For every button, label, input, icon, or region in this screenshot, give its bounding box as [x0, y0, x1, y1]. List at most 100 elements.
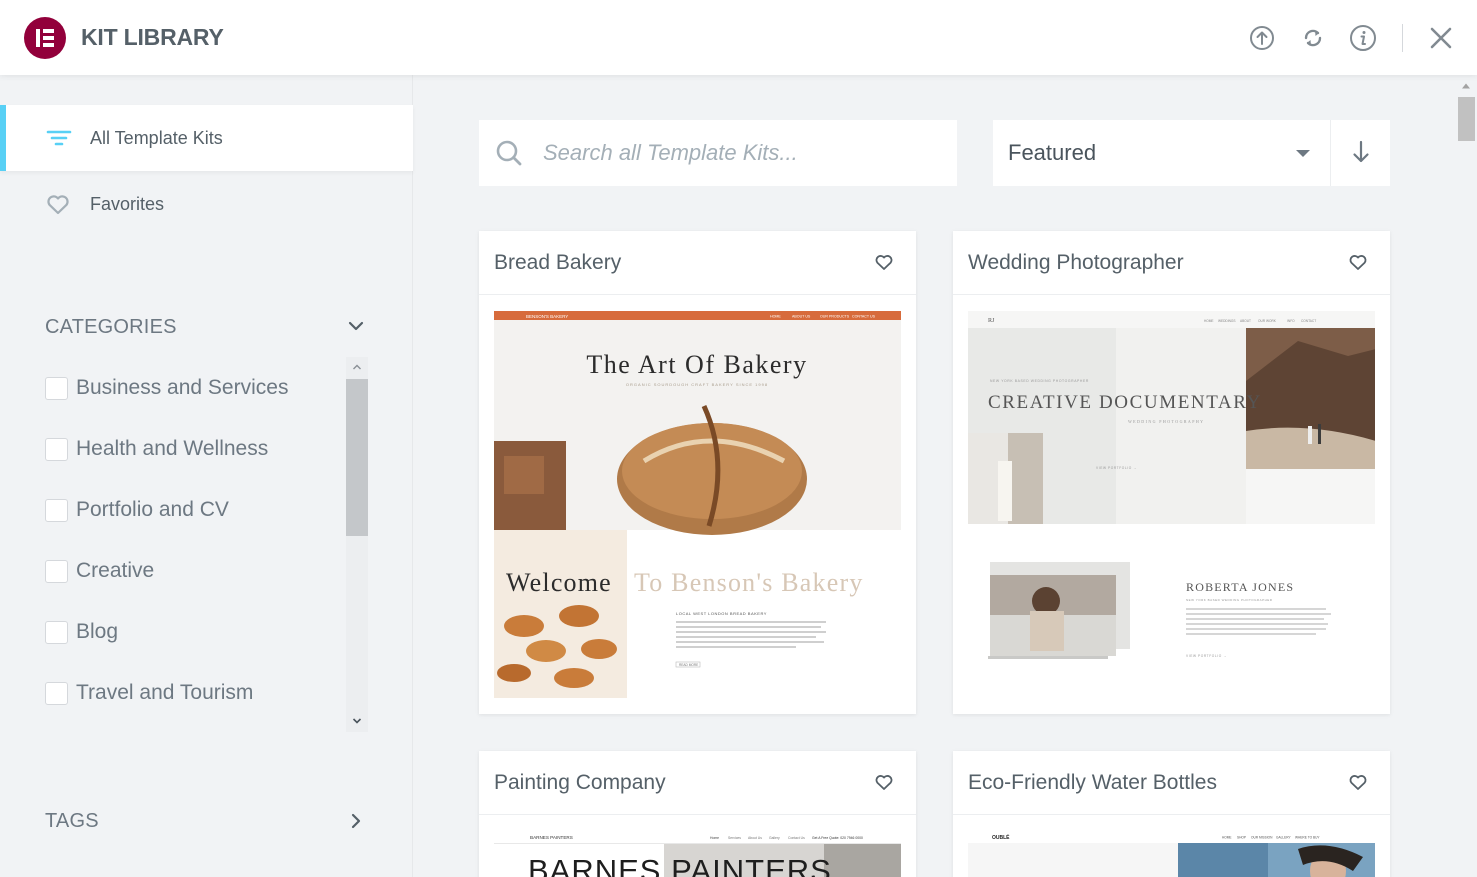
- scrollbar-thumb[interactable]: [1458, 97, 1475, 141]
- svg-text:RJ: RJ: [988, 318, 995, 324]
- category-checkbox[interactable]: [45, 620, 68, 644]
- svg-text:INFO: INFO: [1287, 319, 1295, 323]
- info-icon[interactable]: [1350, 25, 1376, 51]
- caret-down-icon[interactable]: [1295, 148, 1311, 158]
- favorite-heart-icon[interactable]: [875, 254, 893, 271]
- kit-card-header: Bread Bakery: [479, 231, 916, 295]
- upload-icon[interactable]: [1249, 25, 1275, 51]
- search-icon: [496, 140, 522, 166]
- kit-card-wedding-photographer[interactable]: Wedding Photographer RJ HOME WEDDINGS AB…: [953, 231, 1390, 714]
- sort-selected-value: Featured: [1008, 140, 1097, 165]
- close-icon[interactable]: [1428, 25, 1454, 51]
- category-travel-and-tourism[interactable]: Travel and Tourism: [45, 678, 253, 708]
- svg-text:VIEW PORTFOLIO →: VIEW PORTFOLIO →: [1186, 654, 1227, 658]
- categories-heading: CATEGORIES: [45, 316, 177, 338]
- preview-welcome: Welcome: [506, 568, 612, 597]
- preview-headline: The Art Of Bakery: [586, 350, 807, 379]
- elementor-logo: [24, 17, 66, 59]
- header-divider: [1402, 24, 1403, 52]
- svg-text:NEW YORK BASED WEDDING PHOTOGR: NEW YORK BASED WEDDING PHOTOGRAPHER: [1186, 598, 1273, 602]
- svg-text:LOCAL WEST LONDON BREAD BAKERY: LOCAL WEST LONDON BREAD BAKERY: [676, 611, 767, 616]
- svg-text:OUR WORK: OUR WORK: [1258, 319, 1277, 323]
- kit-card-bread-bakery[interactable]: Bread Bakery BENSON'S BAKERY HOME ABOUT …: [479, 231, 916, 714]
- svg-text:NEW YORK BASED WEDDING PHOTOGR: NEW YORK BASED WEDDING PHOTOGRAPHER: [990, 379, 1089, 383]
- svg-text:HOME: HOME: [770, 315, 781, 319]
- svg-text:Home: Home: [710, 836, 719, 840]
- svg-text:CONTACT: CONTACT: [1301, 319, 1316, 323]
- svg-text:OUBLÉ: OUBLÉ: [992, 833, 1010, 841]
- svg-text:GALLERY: GALLERY: [1276, 836, 1292, 840]
- svg-text:CONTACT US: CONTACT US: [852, 315, 876, 319]
- category-checkbox[interactable]: [45, 559, 68, 583]
- svg-text:WEDDINGS: WEDDINGS: [1218, 319, 1236, 323]
- category-label: Creative: [76, 559, 155, 582]
- kit-card-header: Eco-Friendly Water Bottles: [953, 751, 1390, 815]
- app-title: KIT LIBRARY: [81, 24, 224, 50]
- svg-text:Contact Us: Contact Us: [788, 836, 805, 840]
- chevron-right-icon[interactable]: [346, 811, 366, 831]
- preview-headline: BARNES PAINTERS: [528, 853, 832, 877]
- sync-icon[interactable]: [1300, 25, 1326, 51]
- main-content: Featured Bread Bakery BENSON'S BAKERY HO…: [414, 75, 1477, 877]
- svg-text:ABOUT: ABOUT: [1240, 319, 1251, 323]
- category-label: Health and Wellness: [76, 437, 269, 460]
- kit-preview-image[interactable]: BENSON'S BAKERY HOME ABOUT US OUR PRODUC…: [494, 311, 901, 698]
- category-checkbox[interactable]: [45, 376, 68, 400]
- svg-text:SHOP: SHOP: [1237, 836, 1246, 840]
- svg-text:READ MORE: READ MORE: [679, 663, 698, 667]
- kit-card-title: Painting Company: [494, 771, 666, 794]
- favorite-heart-icon[interactable]: [875, 774, 893, 791]
- kit-card-title: Bread Bakery: [494, 251, 622, 274]
- category-checkbox[interactable]: [45, 681, 68, 705]
- category-business-and-services[interactable]: Business and Services: [45, 373, 288, 403]
- category-blog[interactable]: Blog: [45, 617, 118, 647]
- sort-select[interactable]: Featured: [993, 120, 1390, 186]
- kit-card-header: Wedding Photographer: [953, 231, 1390, 295]
- favorite-heart-icon[interactable]: [1349, 254, 1367, 271]
- category-creative[interactable]: Creative: [45, 556, 154, 586]
- category-portfolio-and-cv[interactable]: Portfolio and CV: [45, 495, 229, 525]
- categories-list: Business and Services Health and Wellnes…: [45, 357, 368, 732]
- svg-text:About Us: About Us: [748, 836, 762, 840]
- svg-text:OUR MISSION: OUR MISSION: [1251, 836, 1273, 840]
- category-label: Business and Services: [76, 376, 289, 399]
- scrollbar-thumb[interactable]: [346, 379, 368, 536]
- favorite-heart-icon[interactable]: [1349, 774, 1367, 791]
- svg-text:VIEW PORTFOLIO →: VIEW PORTFOLIO →: [1096, 466, 1137, 470]
- search-box[interactable]: [479, 120, 957, 186]
- chevron-down-icon[interactable]: [346, 316, 366, 336]
- search-input[interactable]: [543, 138, 943, 168]
- svg-text:ORGANIC SOURDOUGH CRAFT BAKERY: ORGANIC SOURDOUGH CRAFT BAKERY SINCE 199…: [626, 382, 768, 387]
- categories-scrollbar[interactable]: [346, 357, 368, 732]
- category-checkbox[interactable]: [45, 437, 68, 461]
- arrow-down-icon: [1353, 140, 1369, 163]
- page-scrollbar[interactable]: [1455, 75, 1477, 877]
- scroll-up-icon[interactable]: [352, 363, 362, 371]
- category-checkbox[interactable]: [45, 498, 68, 522]
- sidebar-item-label: All Template Kits: [90, 127, 223, 148]
- category-health-and-wellness[interactable]: Health and Wellness: [45, 434, 268, 464]
- svg-text:Get A Free Quote: 020 7946 000: Get A Free Quote: 020 7946 0000: [812, 836, 863, 840]
- tags-heading: TAGS: [45, 810, 99, 832]
- svg-text:HOME: HOME: [1222, 836, 1232, 840]
- kit-card-title: Wedding Photographer: [968, 251, 1184, 274]
- preview-headline: CREATIVE DOCUMENTARY: [988, 392, 1262, 413]
- kit-preview-image[interactable]: BARNES PAINTERS Home Services About Us G…: [494, 831, 901, 877]
- sort-direction-button[interactable]: [1330, 120, 1390, 186]
- svg-text:WEDDING PHOTOGRAPHY: WEDDING PHOTOGRAPHY: [1128, 419, 1204, 424]
- sidebar-item-favorites[interactable]: Favorites: [0, 171, 413, 237]
- filter-lines-icon: [46, 130, 72, 146]
- svg-text:Gallery: Gallery: [769, 836, 780, 840]
- svg-text:HOME: HOME: [1204, 319, 1214, 323]
- kit-card-painting-company[interactable]: Painting Company BARNES PAINTERS Home Se…: [479, 751, 916, 877]
- scroll-down-icon[interactable]: [352, 717, 362, 725]
- kit-preview-image[interactable]: OUBLÉ HOME SHOP OUR MISSION GALLERY WHER…: [968, 831, 1375, 877]
- sidebar-item-all-template-kits[interactable]: All Template Kits: [0, 105, 413, 171]
- kit-card-title: Eco-Friendly Water Bottles: [968, 771, 1217, 794]
- kit-preview-image[interactable]: RJ HOME WEDDINGS ABOUT OUR WORK INFO CON…: [968, 311, 1375, 698]
- svg-text:OUR PRODUCTS: OUR PRODUCTS: [820, 315, 850, 319]
- svg-text:Services: Services: [728, 836, 741, 840]
- kit-card-eco-friendly-water-bottles[interactable]: Eco-Friendly Water Bottles OUBLÉ HOME SH…: [953, 751, 1390, 877]
- scroll-up-icon[interactable]: [1461, 82, 1471, 90]
- svg-text:ROBERTA JONES: ROBERTA JONES: [1186, 580, 1294, 594]
